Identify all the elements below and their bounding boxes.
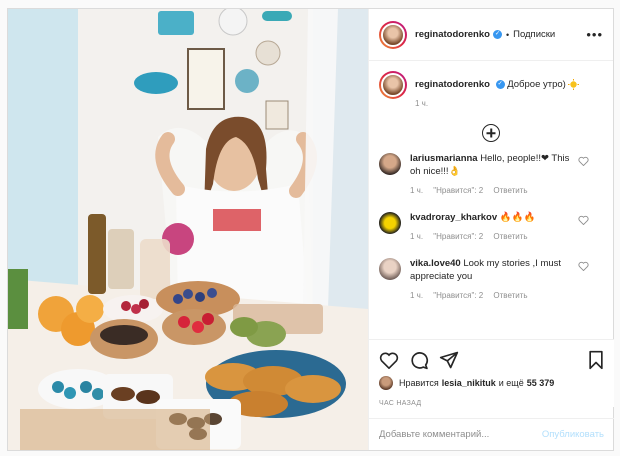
like-comment-icon[interactable] [578, 215, 589, 225]
more-options-icon[interactable]: ••• [586, 27, 603, 42]
caption-time: 1 ч. [415, 99, 429, 108]
reply-button[interactable]: Ответить [493, 291, 527, 300]
post-modal: reginatodorenko ✓ • Подписки ••• reginat… [7, 8, 614, 451]
liker-avatar[interactable] [379, 376, 393, 390]
likes-count[interactable]: 55 379 [527, 378, 555, 388]
caption-text: Доброе утро) [507, 79, 566, 90]
likes-summary: Нравится lesia_nikituk и ещё 55 379 [379, 376, 604, 390]
verified-icon: ✓ [492, 30, 502, 39]
comment-text: 🔥🔥🔥 [499, 212, 536, 223]
comment-item: lariusmarianna Hello, people!!❤ This oh … [379, 152, 603, 197]
post-header: reginatodorenko ✓ • Подписки ••• [369, 9, 613, 61]
comment-username[interactable]: kvadroray_kharkov [410, 212, 497, 223]
author-username[interactable]: reginatodorenko [415, 29, 490, 40]
comments-area: reginatodorenko ✓ Доброе утро) 1 ч. lari… [369, 61, 613, 302]
following-button[interactable]: Подписки [513, 29, 555, 40]
add-comments-icon[interactable] [482, 124, 500, 142]
likes-suffix: и ещё [498, 378, 524, 388]
add-comment-bar: Опубликовать [369, 418, 614, 450]
comment-input[interactable] [379, 429, 529, 440]
comment-likes[interactable]: "Нравится": 2 [433, 186, 483, 195]
post-time[interactable]: ЧАС НАЗАД [379, 400, 604, 407]
likes-prefix: Нравится [399, 378, 439, 388]
comment-username[interactable]: lariusmarianna [410, 153, 478, 164]
comment-item: vika.love40 Look my stories ,I must appr… [379, 257, 603, 302]
post-actions: Нравится lesia_nikituk и ещё 55 379 ЧАС … [369, 339, 614, 407]
caption-author-avatar[interactable] [379, 71, 407, 99]
comment-item: kvadroray_kharkov 🔥🔥🔥 1 ч. "Нравится": 2… [379, 211, 603, 243]
comment-time: 1 ч. [410, 291, 424, 300]
reply-button[interactable]: Ответить [493, 186, 527, 195]
author-avatar[interactable] [379, 20, 407, 49]
publish-button[interactable]: Опубликовать [542, 429, 604, 440]
separator-dot: • [505, 29, 510, 40]
comment-likes[interactable]: "Нравится": 2 [433, 232, 483, 241]
verified-icon: ✓ [495, 79, 505, 89]
comment-username[interactable]: vika.love40 [410, 258, 461, 269]
bookmark-icon[interactable] [588, 350, 604, 370]
post-caption: reginatodorenko ✓ Доброе утро) 1 ч. [379, 71, 603, 110]
like-comment-icon[interactable] [578, 261, 589, 271]
share-icon[interactable] [439, 350, 459, 370]
like-comment-icon[interactable] [578, 156, 589, 166]
sun-emoji-icon [568, 78, 580, 90]
comment-avatar[interactable] [379, 212, 401, 234]
post-photo[interactable] [8, 9, 368, 450]
comment-avatar[interactable] [379, 153, 401, 175]
post-photo-image [8, 9, 368, 450]
heart-icon[interactable] [379, 351, 399, 369]
comment-icon[interactable] [409, 350, 429, 370]
post-sidebar: reginatodorenko ✓ • Подписки ••• reginat… [368, 9, 614, 450]
comment-time: 1 ч. [410, 186, 424, 195]
comment-avatar[interactable] [379, 258, 401, 280]
comment-time: 1 ч. [410, 232, 424, 241]
liker-username[interactable]: lesia_nikituk [442, 378, 496, 388]
comment-likes[interactable]: "Нравится": 2 [433, 291, 483, 300]
caption-username[interactable]: reginatodorenko [415, 79, 490, 90]
reply-button[interactable]: Ответить [493, 232, 527, 241]
